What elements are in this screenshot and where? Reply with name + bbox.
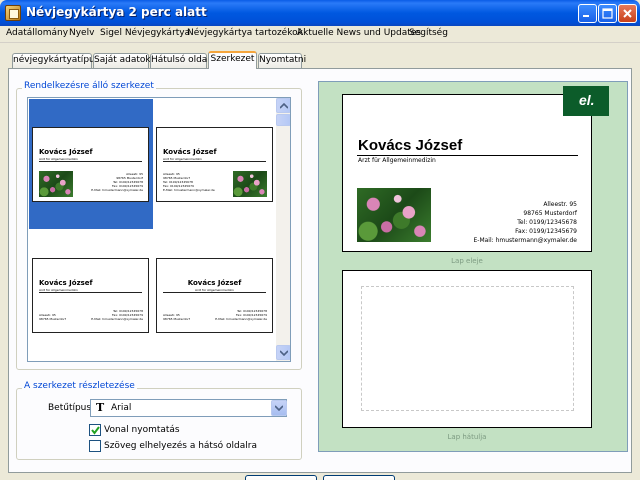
mini-card-name: Kovács József (187, 279, 242, 287)
mini-card-rule (39, 161, 142, 162)
menu-help[interactable]: Segítség (409, 28, 448, 38)
card-city: 98765 Musterdorf (523, 210, 577, 217)
font-select-value: Arial (111, 403, 132, 413)
card-address-block: Alleestr. 95 98765 Musterdorf Tel: 0199/… (440, 200, 578, 245)
card-phone: Tel: 0199/12345678 (517, 219, 577, 226)
card-fax: Fax: 0199/12345679 (515, 228, 577, 235)
layout-option-4[interactable]: Kovács József Arzt für Allgemeinmedizin … (156, 258, 273, 333)
mini-card-subtitle: Arzt für Allgemeinmedizin (39, 288, 78, 292)
mini-card-subtitle: Arzt für Allgemeinmedizin (195, 288, 234, 292)
front-side-label: Lap eleje (451, 257, 483, 265)
layout-option-3[interactable]: Kovács József Arzt für Allgemeinmedizin … (32, 258, 149, 333)
sigel-logo-text: el. (579, 92, 595, 108)
minimize-icon (583, 15, 589, 17)
minimize-button[interactable] (578, 4, 597, 23)
mini-card-address: Alleestr. 95 98765 Musterdorf (163, 313, 190, 321)
card-email: E-Mail: hmustermann@xymaler.de (473, 237, 578, 244)
tab-own-data[interactable]: Saját adatok (93, 53, 151, 68)
sigel-logo: el. (563, 86, 609, 116)
tab-card-type[interactable]: névjegykártyatípus (12, 53, 99, 68)
layout-list-scrollbar[interactable] (276, 98, 290, 361)
mini-card-name: Kovács József (39, 148, 93, 156)
lotus-photo (39, 171, 73, 197)
next-button[interactable] (323, 475, 395, 480)
mini-card-contact: Tel: 0199/12345678 Fax: 0199/12345679 E-Ma… (91, 309, 143, 321)
font-label: Betűtípus (48, 403, 92, 413)
font-dropdown-button[interactable] (271, 400, 287, 416)
print-line-label: Vonal nyomtatás (104, 425, 180, 435)
menu-sigel-cards[interactable]: Sigel Névjegykártya (100, 28, 190, 38)
dropdown-arrow-icon (275, 405, 283, 411)
window-title: Névjegykártya 2 perc alatt (26, 5, 207, 19)
mini-card-address: Alleestr. 95 98765 Musterdorf Tel: 0199/12… (163, 172, 215, 192)
mini-card-contact: Tel: 0199/12345678 Fax: 0199/12345679 E-Ma… (215, 309, 267, 321)
menu-card-accessories[interactable]: Névjegykártya tartozékok (187, 28, 303, 38)
app-icon[interactable] (5, 5, 21, 21)
lotus-photo (233, 171, 267, 197)
layout-list[interactable]: Kovács József Arzt für Allgemeinmedizin … (27, 97, 291, 362)
scroll-down-icon (280, 350, 288, 356)
font-type-icon: T (96, 401, 105, 414)
scroll-thumb[interactable] (276, 114, 290, 126)
tab-layout[interactable]: Szerkezet (208, 51, 257, 69)
back-side-label: Lap hátulja (447, 433, 487, 441)
menu-file[interactable]: Adatállomány (6, 28, 68, 38)
close-icon (623, 9, 632, 18)
mini-card-rule (163, 161, 266, 162)
back-text-area (361, 286, 574, 411)
back-button[interactable] (245, 475, 317, 480)
mini-card-rule (163, 292, 266, 293)
scroll-up-button[interactable] (276, 98, 290, 113)
tab-back-side[interactable]: Hátulsó oldal (150, 53, 210, 68)
card-street: Alleestr. 95 (543, 201, 577, 208)
menu-language[interactable]: Nyelv (69, 28, 94, 38)
scroll-up-icon (280, 103, 288, 109)
text-back-side-label: Szöveg elhelyezés a hátsó oldalra (104, 441, 257, 451)
mini-card-address: Alleestr. 95 98765 Musterdorf (39, 313, 66, 321)
card-back-preview (342, 270, 592, 428)
lotus-photo (357, 188, 431, 242)
menu-news-updates[interactable]: Aktuelle News und Updates (297, 28, 421, 38)
title-bar: Névjegykártya 2 perc alatt (0, 0, 640, 26)
maximize-icon (602, 8, 613, 19)
checkmark-icon (91, 426, 100, 435)
scroll-down-button[interactable] (276, 345, 290, 360)
mini-card-subtitle: Arzt für Allgemeinmedizin (163, 157, 202, 161)
mini-card-address: Alleestr. 95 98765 Musterdorf Tel: 0199/12… (91, 172, 143, 192)
card-subtitle: Arzt für Allgemeinmedizin (358, 157, 436, 164)
mini-card-name: Kovács József (39, 279, 93, 287)
layout-option-1[interactable]: Kovács József Arzt für Allgemeinmedizin … (32, 127, 149, 202)
text-back-side-checkbox[interactable] (89, 440, 101, 452)
tab-print[interactable]: Nyomtatni (258, 53, 306, 68)
maximize-button[interactable] (598, 4, 617, 23)
layout-details-label: A szerkezet részletezése (22, 381, 137, 391)
mini-card-subtitle: Arzt für Allgemeinmedizin (39, 157, 78, 161)
font-select[interactable]: T Arial (90, 399, 287, 417)
print-line-checkbox[interactable] (89, 424, 101, 436)
menu-bar: Adatállomány Nyelv Sigel Névjegykártya N… (0, 26, 640, 43)
card-rule-line (357, 155, 578, 156)
layout-option-2[interactable]: Kovács József Arzt für Allgemeinmedizin … (156, 127, 273, 202)
mini-card-rule (39, 292, 142, 293)
close-button[interactable] (618, 4, 637, 23)
mini-card-name: Kovács József (163, 148, 217, 156)
available-layouts-label: Rendelkezésre álló szerkezet (22, 81, 156, 91)
card-name: Kovács József (358, 137, 463, 154)
